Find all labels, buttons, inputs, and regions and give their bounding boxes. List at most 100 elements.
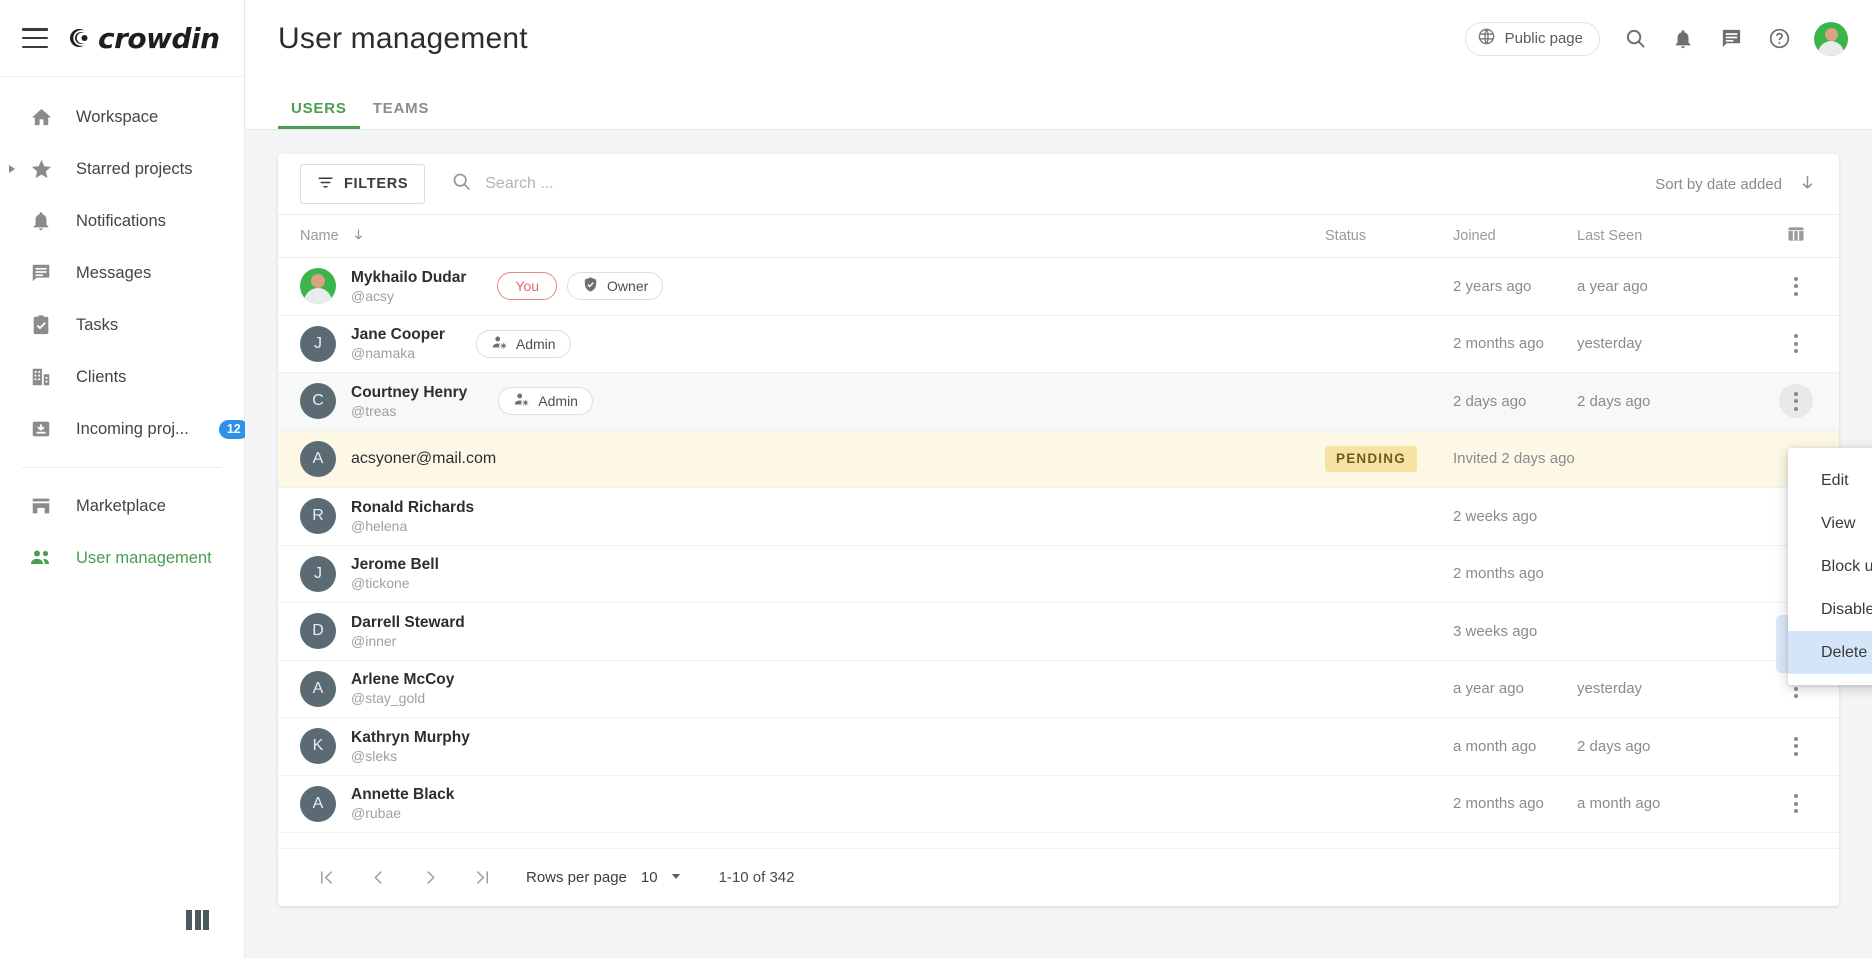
user-cell: A acsyoner@mail.com (300, 441, 1325, 477)
row-menu-button[interactable] (1779, 269, 1813, 303)
top-bar-actions: Public page (1465, 22, 1848, 56)
sidebar-item-starred-projects[interactable]: Starred projects (0, 143, 244, 195)
avatar[interactable] (1814, 22, 1848, 56)
columns-panel-icon[interactable] (186, 910, 212, 930)
user-name: Courtney Henry (351, 383, 467, 402)
sidebar-item-marketplace[interactable]: Marketplace (0, 480, 244, 532)
pagination-range: 1-10 of 342 (719, 869, 795, 886)
sidebar-item-tasks[interactable]: Tasks (0, 299, 244, 351)
sidebar-item-messages[interactable]: Messages (0, 247, 244, 299)
public-page-label: Public page (1505, 30, 1583, 47)
home-icon (28, 104, 54, 130)
top-bar: User management Public page (245, 0, 1872, 77)
sidebar-item-workspace[interactable]: Workspace (0, 91, 244, 143)
users-card: FILTERS Sort by date added (278, 154, 1839, 906)
owner-badge: Owner (567, 272, 663, 300)
row-menu-button[interactable] (1779, 384, 1813, 418)
search-icon[interactable] (1622, 26, 1648, 52)
sidebar-item-label: Incoming proj... (76, 420, 189, 439)
user-name: acsyoner@mail.com (351, 449, 496, 468)
crowdin-logo[interactable]: crowdin (66, 22, 220, 55)
table-row[interactable]: R Ronald Richards @helena 2 weeks ago (278, 488, 1839, 546)
user-gear-icon (491, 334, 508, 354)
next-page-icon[interactable] (404, 858, 456, 898)
avatar: A (300, 786, 336, 822)
user-handle: @treas (351, 402, 467, 420)
menu-item-view[interactable]: View (1788, 502, 1872, 545)
row-joined: 2 days ago (1453, 393, 1577, 410)
app-root: crowdin Workspace Starred projects (0, 0, 1872, 958)
bell-icon[interactable] (1670, 26, 1696, 52)
table-row[interactable]: A Arlene McCoy @stay_gold a year ago yes… (278, 661, 1839, 719)
rows-per-page-select[interactable]: 10 (641, 869, 683, 887)
column-header-last-seen[interactable]: Last Seen (1577, 228, 1775, 244)
row-status: PENDING (1325, 446, 1453, 472)
sidebar-item-user-management[interactable]: User management (0, 532, 244, 584)
hamburger-icon[interactable] (22, 28, 48, 48)
row-menu-button[interactable] (1779, 327, 1813, 361)
table-row[interactable]: D Darrell Steward @inner 3 weeks ago (278, 603, 1839, 661)
table-row[interactable]: K Kathryn Murphy @sleks a month ago 2 da… (278, 718, 1839, 776)
table-row[interactable]: Mykhailo Dudar @acsy You Owner (278, 258, 1839, 316)
column-settings-button[interactable] (1775, 224, 1817, 248)
column-header-name[interactable]: Name (300, 227, 1325, 246)
user-cell: J Jane Cooper @namaka Admin (300, 325, 1325, 362)
rows-per-page-label: Rows per page (526, 869, 627, 886)
row-joined: a year ago (1453, 680, 1577, 697)
last-page-icon[interactable] (456, 858, 508, 898)
row-last-seen: a month ago (1577, 795, 1775, 812)
first-page-icon[interactable] (300, 858, 352, 898)
user-badges: You Owner (497, 272, 663, 300)
user-cell: A Annette Black @rubae (300, 785, 1325, 822)
table-row[interactable]: A acsyoner@mail.com PENDING Invited 2 da… (278, 431, 1839, 489)
table-row[interactable]: J Jane Cooper @namaka Admin (278, 316, 1839, 374)
crowdin-mark-icon (66, 26, 94, 50)
user-name: Kathryn Murphy (351, 728, 470, 747)
row-last-seen: yesterday (1577, 335, 1775, 352)
admin-badge: Admin (476, 330, 571, 358)
user-name: Jane Cooper (351, 325, 445, 344)
user-cell: J Jerome Bell @tickone (300, 555, 1325, 592)
avatar: C (300, 383, 336, 419)
tab-teams[interactable]: TEAMS (360, 100, 443, 129)
sort-direction-icon[interactable] (1798, 173, 1817, 196)
expand-caret-icon[interactable] (9, 165, 15, 173)
tab-bar: USERS TEAMS (245, 77, 1872, 129)
help-icon[interactable] (1766, 26, 1792, 52)
sidebar-item-label: Messages (76, 264, 151, 283)
star-icon (28, 156, 54, 182)
sort-label: Sort by date added (1655, 176, 1782, 193)
sidebar-item-notifications[interactable]: Notifications (0, 195, 244, 247)
row-joined: Invited 2 days ago (1453, 450, 1577, 467)
prev-page-icon[interactable] (352, 858, 404, 898)
user-cell: R Ronald Richards @helena (300, 498, 1325, 535)
table-row[interactable]: A Annette Black @rubae 2 months ago a mo… (278, 776, 1839, 834)
message-icon[interactable] (1718, 26, 1744, 52)
search-input[interactable] (485, 175, 1655, 193)
filters-button[interactable]: FILTERS (300, 164, 425, 204)
table-row[interactable]: C Courtney Henry @treas Admin (278, 373, 1839, 431)
menu-item-edit[interactable]: Edit (1788, 459, 1872, 502)
sidebar-item-label: User management (76, 549, 212, 568)
columns-icon (1786, 224, 1806, 248)
chevron-down-icon (669, 869, 683, 887)
admin-badge-label: Admin (516, 336, 556, 352)
sidebar-item-clients[interactable]: Clients (0, 351, 244, 403)
column-header-status[interactable]: Status (1325, 228, 1453, 244)
sidebar-item-incoming-projects[interactable]: Incoming proj... 12 (0, 403, 244, 455)
menu-item-disable-admin-access[interactable]: Disable admin access (1788, 588, 1872, 631)
avatar (300, 268, 336, 304)
user-handle: @inner (351, 632, 465, 650)
menu-item-delete-account[interactable]: Delete account (1788, 631, 1872, 674)
row-menu-button[interactable] (1779, 787, 1813, 821)
tab-users[interactable]: USERS (278, 100, 360, 129)
public-page-button[interactable]: Public page (1465, 22, 1600, 56)
sort-control[interactable]: Sort by date added (1655, 173, 1817, 196)
table-row[interactable]: J Jerome Bell @tickone 2 months ago (278, 546, 1839, 604)
column-header-joined[interactable]: Joined (1453, 228, 1577, 244)
menu-item-block-user[interactable]: Block user (1788, 545, 1872, 588)
row-menu-button[interactable] (1779, 729, 1813, 763)
sidebar-divider (22, 467, 222, 468)
avatar: A (300, 671, 336, 707)
admin-badge: Admin (498, 387, 593, 415)
